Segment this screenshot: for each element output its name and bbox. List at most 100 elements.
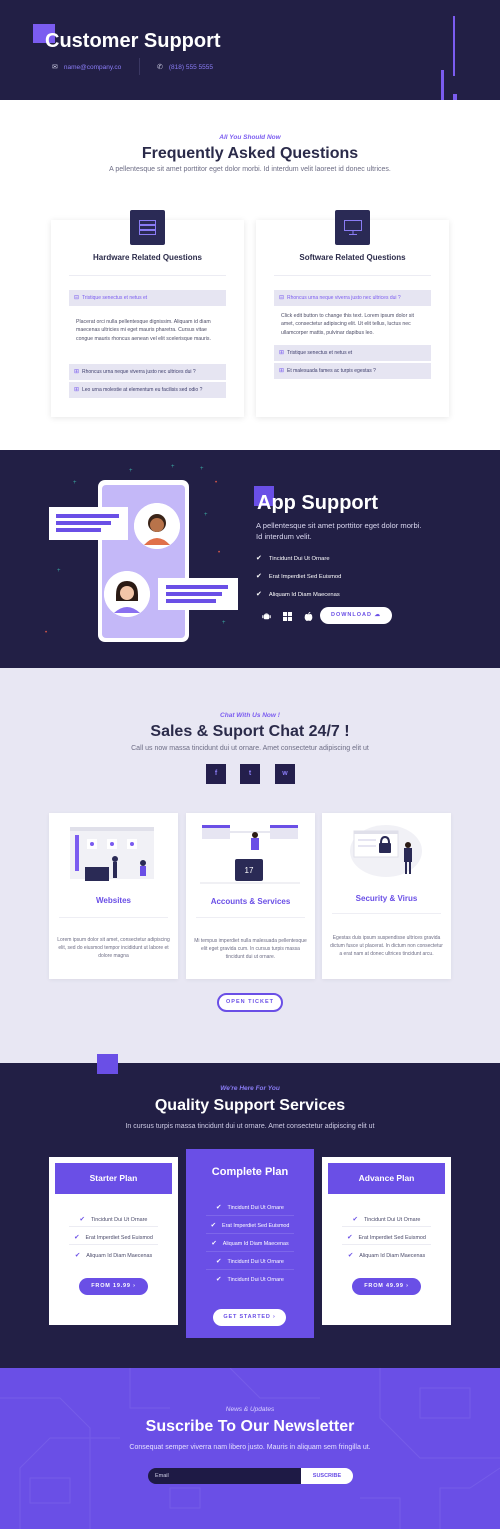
feature-label: Tincidunt Dui Ut Ornare	[227, 1205, 284, 1211]
check-icon: ✔	[211, 1240, 217, 1247]
download-button[interactable]: DOWNLOAD ☁	[320, 607, 392, 624]
newsletter-subtitle: Consequat semper viverra nam libero just…	[129, 1444, 371, 1451]
plus-icon: ⊞	[279, 368, 285, 374]
decor-bar	[441, 70, 444, 100]
newsletter-eyebrow: News & Updates	[225, 1406, 275, 1413]
divider	[342, 1244, 431, 1245]
faq-item[interactable]: ⊞ Et malesuada fames ac turpis egestas ?	[274, 363, 431, 379]
phone-link[interactable]: ✆ (818) 555 5555	[157, 63, 213, 71]
plan-name: Starter Plan	[55, 1163, 172, 1194]
chat-title: Sales & Suport Chat 24/7 !	[150, 723, 350, 740]
feature-item: ✔ Aliquam Id Diam Maecenas	[256, 590, 340, 598]
faq-item-label: Rhoncus urna neque viverra justo nec ult…	[82, 369, 196, 375]
chevron-right-icon: ›	[272, 1314, 276, 1320]
divider	[342, 1226, 431, 1227]
chevron-right-icon: ›	[406, 1283, 409, 1289]
faq-item[interactable]: ⊟ Tristique senectus et netus et	[69, 290, 226, 306]
divider	[206, 1233, 294, 1234]
pricing-eyebrow: We're Here For You	[220, 1085, 280, 1092]
twitter-icon[interactable]: t	[240, 764, 260, 784]
avatar-woman-dark	[134, 503, 180, 549]
service-card-security[interactable]: Security & Virus Egestas duis ipsum susp…	[322, 813, 451, 979]
email-link[interactable]: ✉ name@company.co	[52, 63, 121, 71]
cloud-icon: ☁	[374, 612, 382, 618]
feature-label: Tincidunt Dui Ut Ornare	[364, 1217, 421, 1223]
faq-item-label: Tristique senectus et netus et	[287, 350, 353, 356]
facebook-icon[interactable]: f	[206, 764, 226, 784]
bubble-line	[56, 528, 101, 532]
phone-text: (818) 555 5555	[168, 64, 213, 71]
decor-dot: +	[171, 464, 175, 470]
phone-notch	[132, 480, 155, 484]
pricing-title: Quality Support Services	[154, 1097, 346, 1114]
plan-feature: ✔ Erat Imperdiet Sed Euismod	[49, 1233, 178, 1241]
service-title: Security & Virus	[355, 894, 418, 903]
decor-dot: +	[222, 620, 226, 626]
bubble-line	[166, 599, 216, 603]
phone-illustration	[98, 480, 189, 642]
check-icon: ✔	[216, 1276, 222, 1283]
plus-icon: ⊞	[74, 387, 80, 393]
faq-item-label: Rhoncus urna neque viverra justo nec ult…	[287, 295, 401, 301]
subscribe-button[interactable]: SUSCRIBE	[301, 1468, 353, 1484]
security-illustration	[350, 825, 422, 877]
whatsapp-icon[interactable]: w	[275, 764, 295, 784]
chat-bubble-right	[158, 578, 238, 610]
apple-icon[interactable]	[304, 611, 313, 624]
check-icon: ✔	[256, 555, 262, 562]
plan-price-button[interactable]: FROM 49.99 ›	[352, 1278, 421, 1295]
minus-icon: ⊟	[279, 295, 285, 301]
android-icon[interactable]	[262, 612, 271, 623]
app-support-section: + + + • + • + • + + App Support A pellen…	[0, 450, 500, 668]
plan-feature: ✔ Erat Imperdiet Sed Euismod	[322, 1233, 451, 1241]
decor-dot: +	[204, 512, 208, 518]
check-icon: ✔	[74, 1252, 81, 1259]
open-ticket-button[interactable]: OPEN TICKET	[217, 993, 283, 1012]
faq-card-title: Software Related Questions	[299, 253, 406, 262]
svg-text:17: 17	[245, 866, 254, 875]
decor-bar	[453, 16, 455, 76]
windows-icon[interactable]	[283, 612, 292, 623]
faq-item[interactable]: ⊟ Rhoncus urna neque viverra justo nec ul…	[274, 290, 431, 306]
divider	[206, 1269, 294, 1270]
websites-illustration	[70, 827, 154, 881]
feature-label: Tincidunt Dui Ut Ornare	[268, 556, 330, 562]
check-icon: ✔	[74, 1234, 80, 1241]
faq-answer: Click edit button to change this text. L…	[281, 313, 414, 336]
contact-divider	[139, 58, 140, 75]
plan-feature: ✔ Tincidunt Dui Ut Ornare	[322, 1215, 451, 1223]
button-label: FROM 19.99	[91, 1283, 131, 1289]
faq-item[interactable]: ⊞ Rhoncus urna neque viverra justo nec ul…	[69, 364, 226, 380]
faq-card-hardware: Hardware Related Questions ⊟ Tristique se…	[51, 210, 244, 417]
faq-title: Frequently Asked Questions	[141, 145, 359, 162]
feature-label: Tincidunt Dui Ut Ornare	[227, 1277, 284, 1283]
decor-dot: +	[57, 568, 61, 574]
decor-dot: +	[73, 480, 77, 486]
app-support-description: A pellentesque sit amet porttitor eget d…	[256, 521, 422, 541]
decor-dot: •	[218, 550, 221, 556]
plan-feature: ✔ Tincidunt Dui Ut Ornare	[186, 1275, 314, 1283]
plan-price-button[interactable]: FROM 19.99 ›	[79, 1278, 148, 1295]
divider	[332, 913, 441, 914]
accounts-illustration: 17	[200, 825, 300, 884]
service-title: Accounts & Services	[210, 897, 291, 906]
email-input[interactable]: Email	[148, 1468, 301, 1484]
get-started-button[interactable]: GET STARTED ›	[213, 1309, 286, 1326]
minus-icon: ⊟	[74, 295, 80, 301]
check-icon: ✔	[347, 1234, 353, 1241]
service-card-websites[interactable]: Websites Lorem ipsum dolor sit amet, con…	[49, 813, 178, 979]
divider	[69, 275, 226, 276]
feature-label: Aliquam Id Diam Maecenas	[86, 1253, 153, 1259]
feature-label: Erat Imperdiet Sed Euismod	[268, 574, 342, 580]
check-icon: ✔	[79, 1216, 85, 1223]
page-title: Customer Support	[45, 30, 221, 52]
faq-item[interactable]: ⊞ Leo urna molestie at elementum eu facil…	[69, 382, 226, 398]
check-icon: ✔	[256, 573, 262, 580]
service-card-accounts[interactable]: 17 Accounts & Services Mi tempus imperdi…	[186, 813, 315, 979]
bubble-line	[166, 585, 228, 589]
faq-eyebrow: All You Should Now	[219, 134, 281, 141]
check-icon: ✔	[210, 1222, 217, 1229]
decor-dot: •	[45, 630, 48, 636]
faq-item[interactable]: ⊞ Tristique senectus et netus et	[274, 345, 431, 361]
bubble-line	[166, 592, 222, 596]
